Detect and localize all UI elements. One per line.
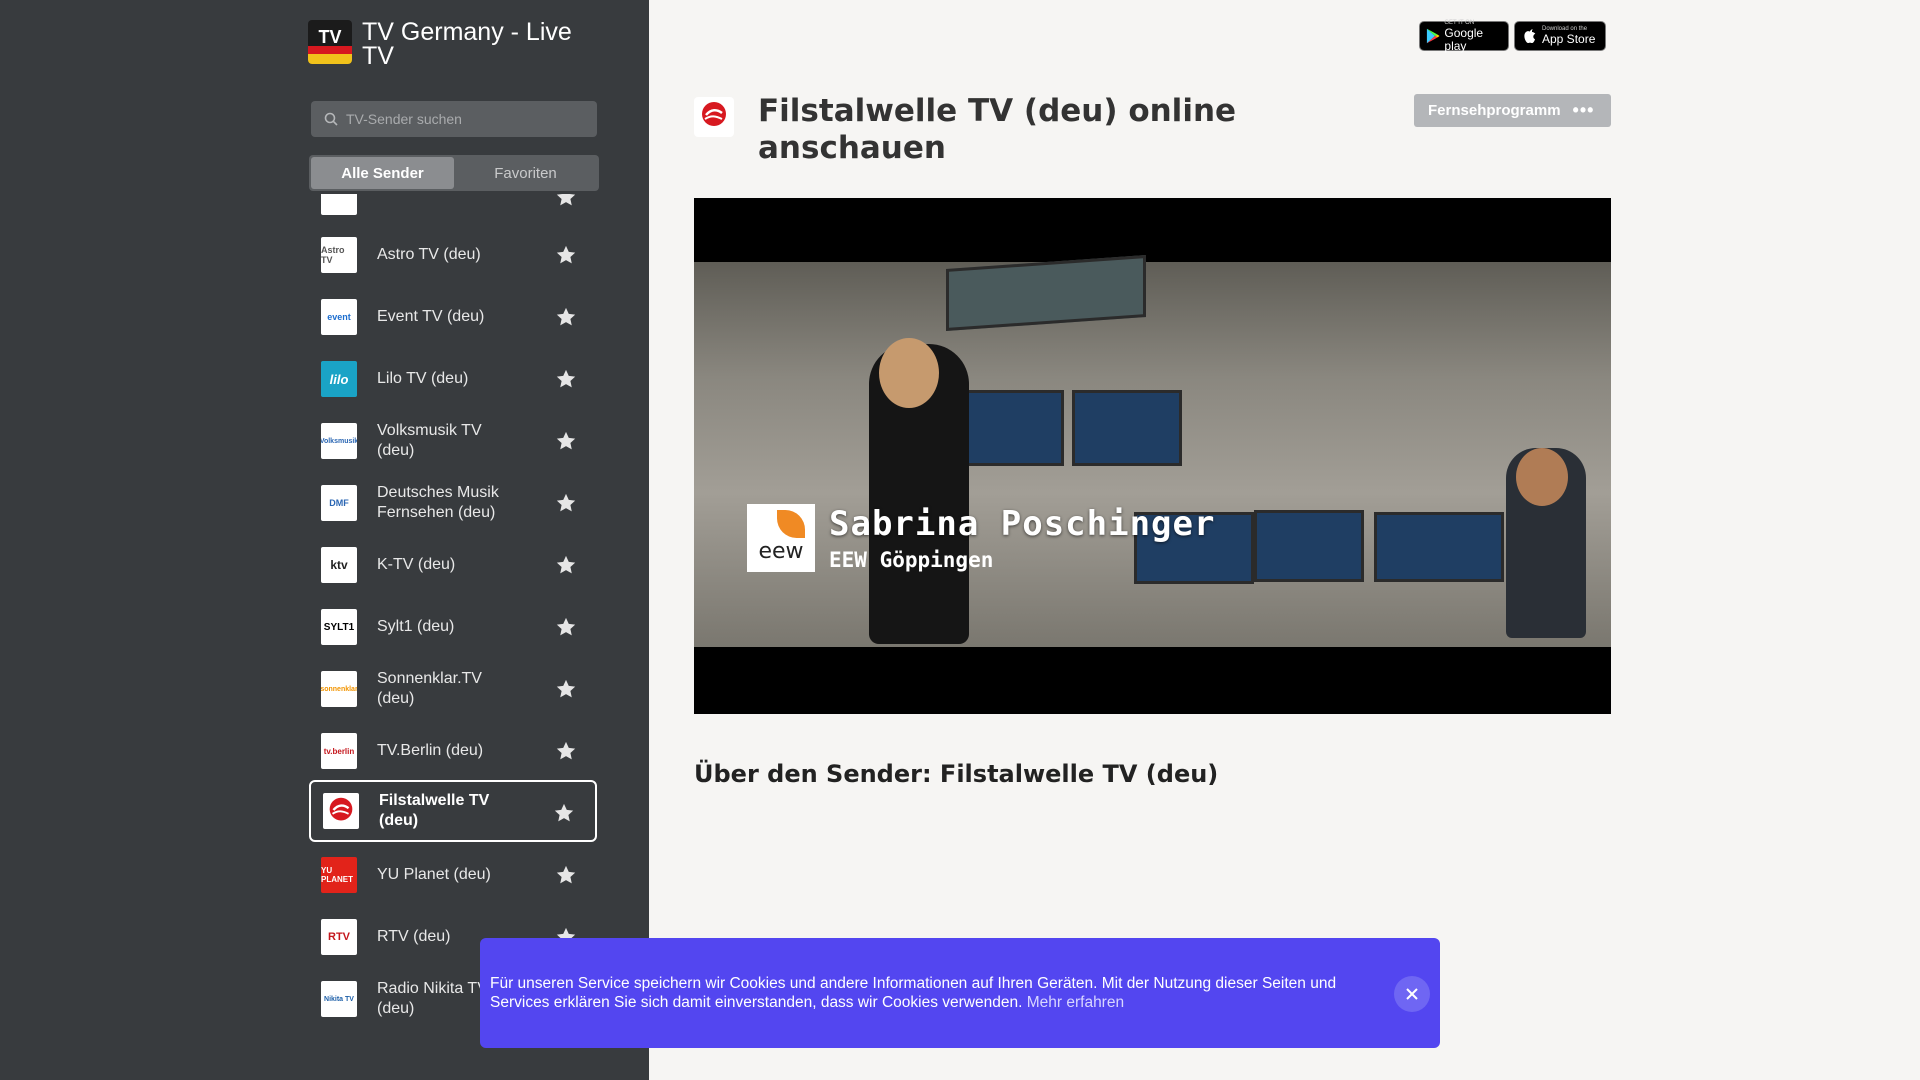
star-icon[interactable] — [555, 244, 577, 266]
search-input[interactable] — [346, 111, 586, 127]
channel-item[interactable]: lilo Lilo TV (deu) — [309, 348, 597, 410]
channel-item[interactable]: ktv K-TV (deu) — [309, 534, 597, 596]
page-title: Filstalwelle TV (deu) online anschauen — [758, 93, 1237, 166]
lower-third-organization: EEW Göppingen — [829, 548, 994, 572]
channel-item[interactable]: Astro TV Astro TV (deu) — [309, 224, 597, 286]
channel-name: Lilo TV (deu) — [377, 370, 469, 387]
star-icon[interactable] — [555, 306, 577, 328]
channel-name: Astro TV (deu) — [377, 246, 481, 263]
brand-title: TV Germany - Live TV — [362, 18, 572, 70]
channel-name: K-TV (deu) — [377, 556, 456, 573]
google-play-badge[interactable]: GET IT ON Google play — [1419, 20, 1509, 53]
sidebar: TV TV Germany - Live TV Alle Sender Favo… — [0, 0, 649, 1080]
brand[interactable]: TV TV Germany - Live TV — [308, 18, 602, 70]
channel-name: YU Planet (deu) — [377, 866, 491, 883]
channel-list[interactable]: Astro TV Astro TV (deu) event Event TV (… — [309, 194, 599, 1034]
channel-item[interactable]: YU PLANET YU Planet (deu) — [309, 844, 597, 906]
star-icon[interactable] — [555, 554, 577, 576]
channel-item[interactable]: event Event TV (deu) — [309, 286, 597, 348]
channel-item[interactable]: sonnenklar Sonnenklar.TV (deu) — [309, 658, 597, 720]
cookie-learn-more-link[interactable]: Mehr erfahren — [1027, 994, 1124, 1011]
store-badges: GET IT ON Google play Download on the App … — [1419, 20, 1606, 53]
search-icon — [324, 112, 338, 126]
star-icon[interactable] — [555, 194, 577, 208]
about-heading: Über den Sender: Filstalwelle TV (deu) — [694, 760, 1219, 788]
channel-item[interactable]: DMF Deutsches Musik Fernsehen (deu) — [309, 472, 597, 534]
google-play-icon — [1426, 28, 1440, 44]
channel-item-selected[interactable]: Filstalwelle TV (deu) — [309, 780, 597, 842]
apple-icon — [1524, 29, 1536, 43]
eew-logo: eew — [747, 504, 815, 572]
channel-name: TV.Berlin (deu) — [377, 742, 484, 759]
star-icon[interactable] — [555, 864, 577, 886]
google-play-label: Google play — [1444, 25, 1484, 53]
channel-logo: Volksmusik — [321, 423, 357, 459]
channel-name: Sylt1 (deu) — [377, 618, 455, 635]
channel-item[interactable]: SYLT1 Sylt1 (deu) — [309, 596, 597, 658]
filstalwelle-logo-icon — [702, 102, 726, 126]
channel-tabs: Alle Sender Favoriten — [309, 155, 599, 191]
star-icon[interactable] — [555, 616, 577, 638]
app-store-badge[interactable]: Download on the App Store — [1514, 21, 1606, 51]
channel-item[interactable]: tv.berlin TV.Berlin (deu) — [309, 720, 597, 782]
channel-header-logo — [694, 97, 734, 137]
lower-third-name: Sabrina Poschinger — [829, 504, 1216, 544]
channel-logo — [321, 194, 357, 215]
video-player[interactable]: eew Sabrina Poschinger EEW Göppingen — [694, 198, 1611, 714]
tv-program-label: Fernsehprogramm — [1428, 102, 1561, 119]
star-icon[interactable] — [555, 492, 577, 514]
cookie-banner: Für unseren Service speichern wir Cookie… — [480, 938, 1440, 1048]
channel-logo: Nikita TV — [321, 981, 357, 1017]
channel-name: Sonnenklar.TV (deu) — [377, 670, 482, 707]
star-icon[interactable] — [555, 430, 577, 452]
star-icon[interactable] — [555, 368, 577, 390]
channel-logo: RTV — [321, 919, 357, 955]
channel-logo: lilo — [321, 361, 357, 397]
close-button[interactable] — [1394, 976, 1430, 1012]
channel-name: Deutsches Musik Fernsehen (deu) — [377, 484, 499, 521]
channel-logo: event — [321, 299, 357, 335]
tv-program-button[interactable]: Fernsehprogramm ••• — [1414, 94, 1611, 127]
channel-item[interactable]: Volksmusik Volksmusik TV (deu) — [309, 410, 597, 472]
channel-item[interactable] — [309, 194, 597, 228]
search-box[interactable] — [311, 101, 597, 137]
channel-logo: tv.berlin — [321, 733, 357, 769]
channel-logo: ktv — [321, 547, 357, 583]
cookie-text: Für unseren Service speichern wir Cookie… — [490, 975, 1337, 1011]
tab-favorites[interactable]: Favoriten — [454, 157, 597, 189]
channel-logo: YU PLANET — [321, 857, 357, 893]
star-icon[interactable] — [555, 740, 577, 762]
video-frame — [694, 255, 1611, 647]
brand-logo-text: TV — [318, 27, 342, 47]
more-dots-icon: ••• — [1572, 100, 1595, 120]
tab-all-channels[interactable]: Alle Sender — [311, 157, 454, 189]
lower-third: eew Sabrina Poschinger EEW Göppingen — [747, 504, 1215, 572]
channel-logo: DMF — [321, 485, 357, 521]
app-store-label: App Store — [1542, 32, 1596, 46]
filstalwelle-logo-icon — [329, 797, 353, 821]
star-icon[interactable] — [555, 678, 577, 700]
channel-logo: Astro TV — [321, 237, 357, 273]
brand-logo: TV — [308, 20, 352, 64]
channel-logo: SYLT1 — [321, 609, 357, 645]
channel-name: Filstalwelle TV (deu) — [379, 792, 490, 829]
channel-logo: sonnenklar — [321, 671, 357, 707]
channel-name: Event TV (deu) — [377, 308, 485, 325]
star-icon[interactable] — [553, 802, 575, 824]
filstalwelle-logo — [323, 793, 359, 829]
close-icon — [1406, 988, 1418, 1000]
channel-name: Volksmusik TV (deu) — [377, 422, 482, 459]
